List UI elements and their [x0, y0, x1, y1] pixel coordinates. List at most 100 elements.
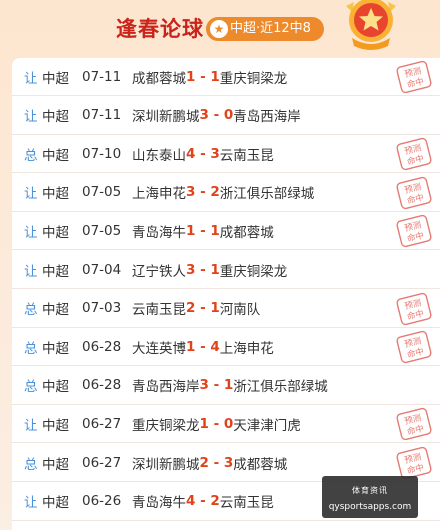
- list-item[interactable]: 总中超 07-03 云南玉昆 2 - 1 河南队 预测 命中: [12, 290, 440, 328]
- star-icon: ★: [210, 20, 228, 38]
- watermark-line2: qysportsapps.com: [328, 502, 412, 512]
- prediction-type-label: 让: [24, 263, 38, 280]
- site-watermark: 体育资讯 qysportsapps.com: [322, 476, 418, 518]
- away-team: 上海申花: [219, 340, 274, 357]
- home-team: 大连英博: [132, 340, 186, 357]
- match-date: 07-11: [82, 68, 122, 85]
- header: 逢春论球 ★ 中超·近12中8: [0, 0, 440, 58]
- match-score: 4 - 3: [186, 145, 220, 162]
- home-team: 辽宁铁人: [132, 263, 186, 280]
- match-score: 3 - 1: [199, 377, 234, 394]
- home-team: 深圳新鹏城: [132, 456, 200, 473]
- league-label: 中超: [42, 379, 69, 396]
- match-date: 07-05: [82, 184, 122, 201]
- home-team: 云南玉昆: [132, 302, 186, 319]
- watermark-line1: 体育资讯: [352, 486, 388, 495]
- away-team: 成都蓉城: [233, 456, 288, 473]
- list-item[interactable]: 让中超 07-05 上海申花 3 - 2 浙江俱乐部绿城 预测 命中: [12, 174, 440, 212]
- match-score: 1 - 1: [186, 222, 220, 239]
- match-score: 1 - 1: [186, 68, 220, 85]
- league-label: 中超: [42, 186, 69, 203]
- league-label: 中超: [42, 456, 69, 473]
- match-date: 06-27: [82, 415, 122, 432]
- match-score: 2 - 3: [199, 454, 234, 471]
- match-score: 1 - 4: [186, 338, 220, 355]
- home-team: 成都蓉城: [132, 70, 186, 87]
- list-item[interactable]: 让中超 07-04 辽宁铁人 3 - 1 重庆铜梁龙: [12, 251, 440, 289]
- league-label: 中超: [42, 340, 69, 357]
- away-team: 云南玉昆: [219, 495, 274, 512]
- prediction-hit-stamp-icon: 预测命中: [396, 138, 432, 171]
- match-date: 07-10: [82, 145, 122, 162]
- match-date: 07-04: [82, 261, 122, 278]
- prediction-hit-stamp-icon: 预测命中: [396, 331, 432, 364]
- home-team: 青岛海牛: [132, 224, 186, 241]
- prediction-hit-stamp-icon: 预测命中: [396, 60, 432, 94]
- prediction-type-label: 总: [24, 147, 38, 164]
- match-date: 06-27: [82, 454, 122, 471]
- prediction-hit-stamp-icon: 预测命中: [396, 176, 432, 209]
- prediction-type-label: 总: [24, 379, 38, 396]
- list-item[interactable]: 让中超 07-11 深圳新鹏城 3 - 0 青岛西海岸: [12, 97, 440, 135]
- away-team: 河南队: [219, 302, 261, 319]
- league-label: 中超: [42, 495, 69, 512]
- page-title: 逢春论球: [116, 17, 204, 41]
- match-score: 1 - 0: [199, 415, 234, 432]
- prediction-type-label: 总: [24, 302, 38, 319]
- away-team: 重庆铜梁龙: [219, 70, 288, 87]
- list-item[interactable]: 总中超 06-28 青岛西海岸 3 - 1 浙江俱乐部绿城: [12, 367, 440, 405]
- league-label: 中超: [42, 417, 69, 434]
- home-team: 山东泰山: [132, 147, 186, 164]
- match-score: 2 - 1: [186, 300, 220, 317]
- list-item[interactable]: 让中超 06-27 重庆铜梁龙 1 - 0 天津津门虎 预测 命中: [12, 405, 440, 444]
- prediction-type-label: 让: [24, 417, 38, 434]
- match-date: 06-28: [82, 338, 122, 355]
- match-date: 06-26: [82, 493, 122, 510]
- prediction-hit-stamp-icon: 预测命中: [396, 215, 432, 248]
- list-item[interactable]: 让中超 07-05 青岛海牛 1 - 1 成都蓉城 预测 命中: [12, 212, 440, 251]
- prediction-hit-stamp-icon: 预测命中: [396, 446, 432, 480]
- list-item[interactable]: 让中超 07-11 成都蓉城 1 - 1 重庆铜梁龙 预测 命中: [12, 58, 440, 96]
- home-team: 上海申花: [132, 186, 186, 203]
- league-label: 中超: [42, 263, 69, 280]
- medal-star-icon: [346, 0, 396, 50]
- match-score: 3 - 2: [186, 184, 220, 201]
- home-team: 深圳新鹏城: [132, 109, 200, 126]
- prediction-type-label: 让: [24, 70, 38, 87]
- league-label: 中超: [42, 70, 69, 87]
- prediction-hit-stamp-icon: 预测命中: [396, 408, 432, 441]
- prediction-list: 让中超 07-11 成都蓉城 1 - 1 重庆铜梁龙 预测 命中让中超 07-11 深圳新鹏城 3…: [12, 58, 440, 530]
- prediction-type-label: 让: [24, 186, 38, 203]
- match-date: 07-11: [82, 107, 122, 124]
- list-item[interactable]: 总中超 07-10 山东泰山 4 - 3 云南玉昆 预测 命中: [12, 135, 440, 174]
- prediction-type-label: 总: [24, 340, 38, 357]
- prediction-hit-stamp-icon: 预测命中: [396, 292, 432, 325]
- home-team: 青岛西海岸: [132, 379, 200, 396]
- away-team: 重庆铜梁龙: [219, 263, 288, 280]
- league-label: 中超: [42, 109, 69, 126]
- prediction-type-label: 让: [24, 495, 38, 512]
- match-score: 4 - 2: [186, 493, 220, 510]
- match-score: 3 - 1: [186, 261, 220, 278]
- match-date: 07-03: [82, 300, 122, 317]
- away-team: 云南玉昆: [219, 147, 274, 164]
- prediction-type-label: 总: [24, 456, 38, 473]
- away-team: 浙江俱乐部绿城: [219, 186, 315, 203]
- away-team: 浙江俱乐部绿城: [233, 379, 328, 396]
- away-team: 成都蓉城: [219, 224, 274, 241]
- list-item[interactable]: 总中超 06-28 大连英博 1 - 4 上海申花 预测 命中: [12, 328, 440, 367]
- record-badge-label: 中超·近12中8: [230, 21, 311, 36]
- match-date: 06-28: [82, 377, 122, 394]
- away-team: 天津津门虎: [233, 417, 301, 434]
- match-score: 3 - 0: [199, 107, 234, 124]
- record-badge[interactable]: ★ 中超·近12中8: [206, 17, 324, 41]
- home-team: 青岛海牛: [132, 495, 186, 512]
- prediction-type-label: 让: [24, 109, 38, 126]
- league-label: 中超: [42, 224, 69, 241]
- away-team: 青岛西海岸: [233, 109, 301, 126]
- match-date: 07-05: [82, 222, 122, 239]
- league-label: 中超: [42, 302, 69, 319]
- home-team: 重庆铜梁龙: [132, 417, 200, 434]
- league-label: 中超: [42, 147, 69, 164]
- prediction-type-label: 让: [24, 224, 38, 241]
